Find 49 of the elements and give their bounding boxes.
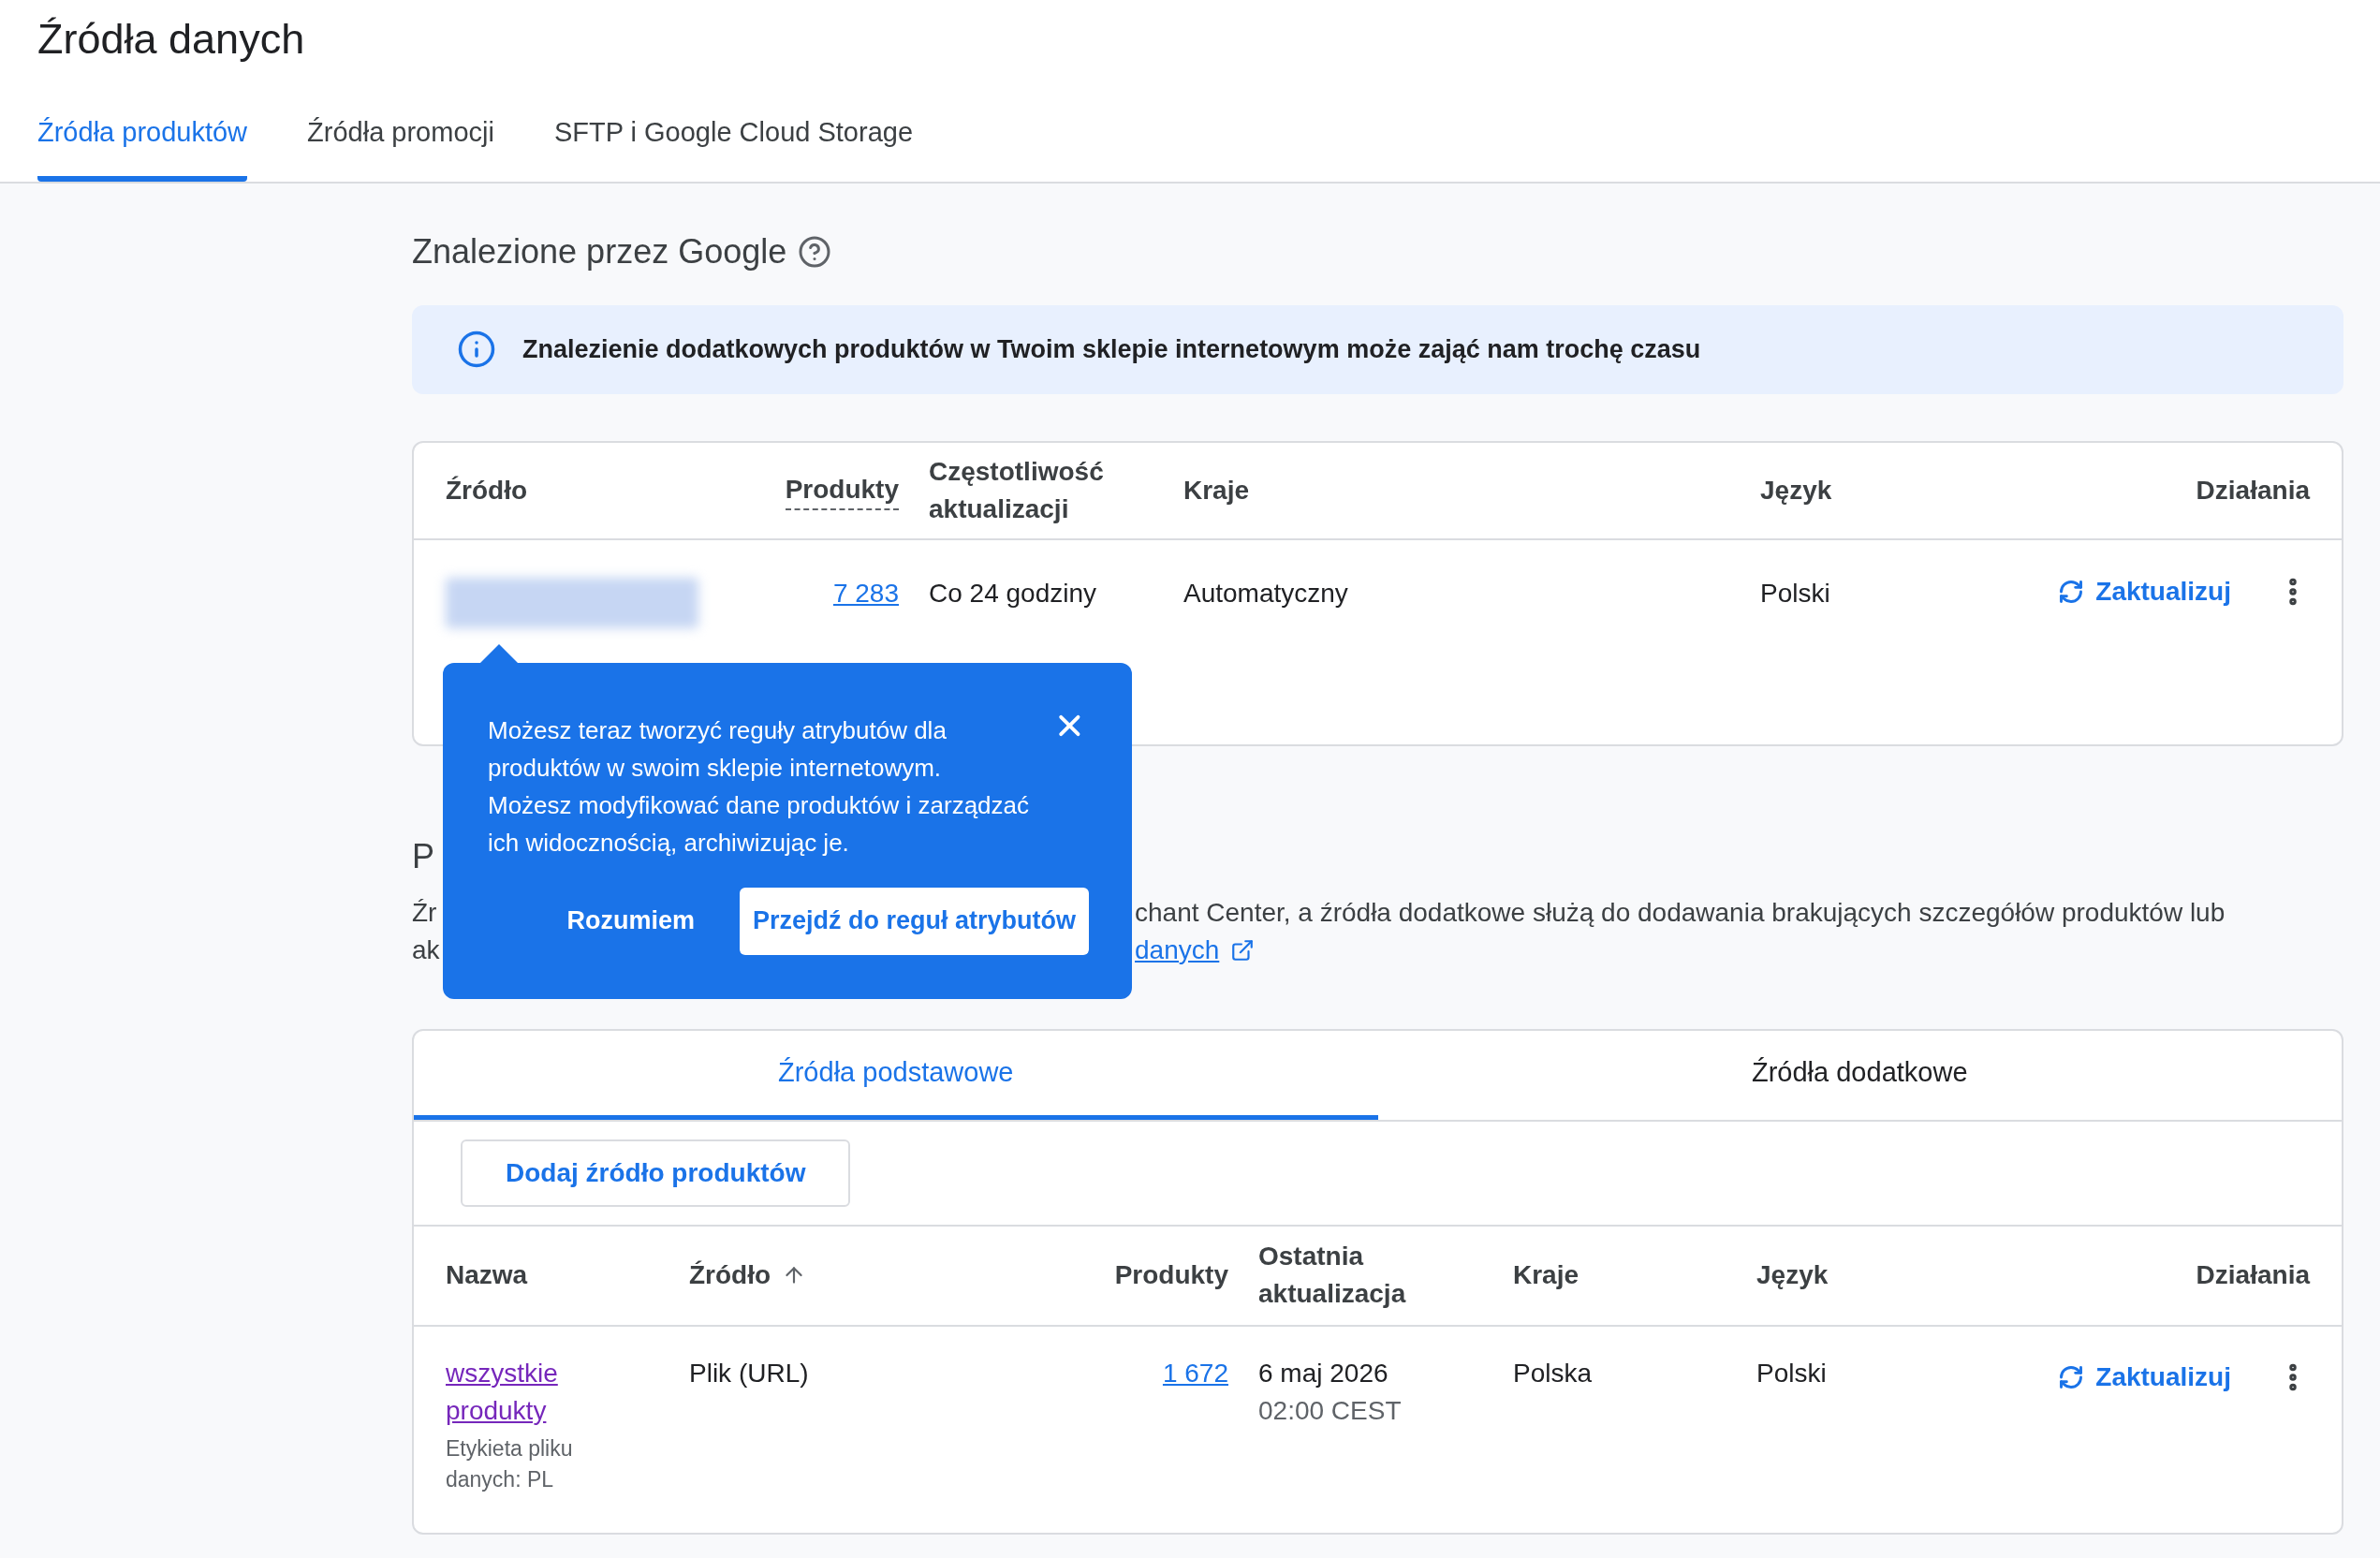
popup-text: Możesz teraz tworzyć reguły atrybutów dla produktów w swoim sklepie internetowym. Możesz modyfikować dane produktów i zarządzać ich widocznością, archiwizując je. xyxy=(488,714,1031,859)
paragraph-fragment: Źr xyxy=(412,897,437,927)
column-header: Źródło xyxy=(446,474,529,507)
help-icon[interactable] xyxy=(798,234,832,269)
column-header: Język xyxy=(1760,474,1833,507)
column-header: Kraje xyxy=(1513,1259,1579,1291)
products-link[interactable]: 1 672 xyxy=(1162,1354,1228,1392)
table-cell-text: Automatyczny xyxy=(1183,577,1349,610)
update-button[interactable]: Zaktualizuj xyxy=(2050,1354,2239,1400)
section-heading: P xyxy=(412,836,434,875)
add-source-button[interactable]: Dodaj źródło produktów xyxy=(461,1139,851,1207)
refresh-icon xyxy=(2058,578,2085,605)
column-header: Produkty xyxy=(1114,1259,1228,1291)
table-cell-text: Polska xyxy=(1513,1357,1594,1389)
help-link[interactable]: danych xyxy=(1135,931,1220,969)
update-button[interactable]: Zaktualizuj xyxy=(2050,567,2239,615)
column-header: Częstotliwość aktualizacji xyxy=(928,455,1105,525)
source-name-link[interactable]: wszystkie produkty xyxy=(446,1354,595,1430)
column-header: Ostatnia aktualizacja xyxy=(1258,1241,1407,1310)
tab[interactable]: Źródła produktów xyxy=(37,109,248,182)
section-heading: Znalezione przez Google xyxy=(412,230,787,272)
column-header: Źródło xyxy=(689,1259,771,1291)
table-cell-text: 6 maj 2026 xyxy=(1258,1357,1389,1389)
table-cell-text: Polski xyxy=(1760,577,1831,610)
column-header: Język xyxy=(1756,1259,1829,1291)
external-link-icon xyxy=(1230,937,1256,963)
dismiss-button[interactable]: Rozumiem xyxy=(540,887,721,955)
paragraph-fragment: chant Center, a źródła dodatkowe służą do dodawania brakujących szczegółów produktów lub xyxy=(1135,896,2226,929)
column-header: Nazwa xyxy=(446,1259,528,1291)
column-header: Produkty xyxy=(785,470,899,510)
tab[interactable]: Źródła podstawowe xyxy=(414,1030,1378,1120)
column-header: Działania xyxy=(2196,474,2310,507)
table-cell-text: 02:00 CEST xyxy=(1258,1394,1403,1427)
primary-button[interactable]: Przejdź do reguł atrybutów xyxy=(739,887,1089,955)
paragraph-fragment: ak xyxy=(412,934,440,964)
tab[interactable]: Źródła dodatkowe xyxy=(1377,1030,2342,1120)
info-icon xyxy=(457,330,496,369)
table-cell-text: Polski xyxy=(1756,1357,1828,1389)
table-cell-text: Plik (URL) xyxy=(689,1357,810,1389)
column-header: Działania xyxy=(2196,1259,2310,1291)
tab[interactable]: SFTP i Google Cloud Storage xyxy=(553,109,914,182)
refresh-icon xyxy=(2058,1363,2085,1390)
banner-text: Znalezienie dodatkowych produktów w Twoim sklepie internetowym może zająć nam trochę czasu xyxy=(522,333,1701,365)
tab[interactable]: Źródła promocji xyxy=(307,109,494,182)
column-header: Kraje xyxy=(1183,474,1251,507)
table-cell-text: Co 24 godziny xyxy=(928,577,1097,610)
products-link[interactable]: 7 283 xyxy=(832,573,899,613)
feed-label: Etykieta pliku danych: PL xyxy=(446,1434,574,1493)
page-title: Źródła danych xyxy=(37,14,306,65)
